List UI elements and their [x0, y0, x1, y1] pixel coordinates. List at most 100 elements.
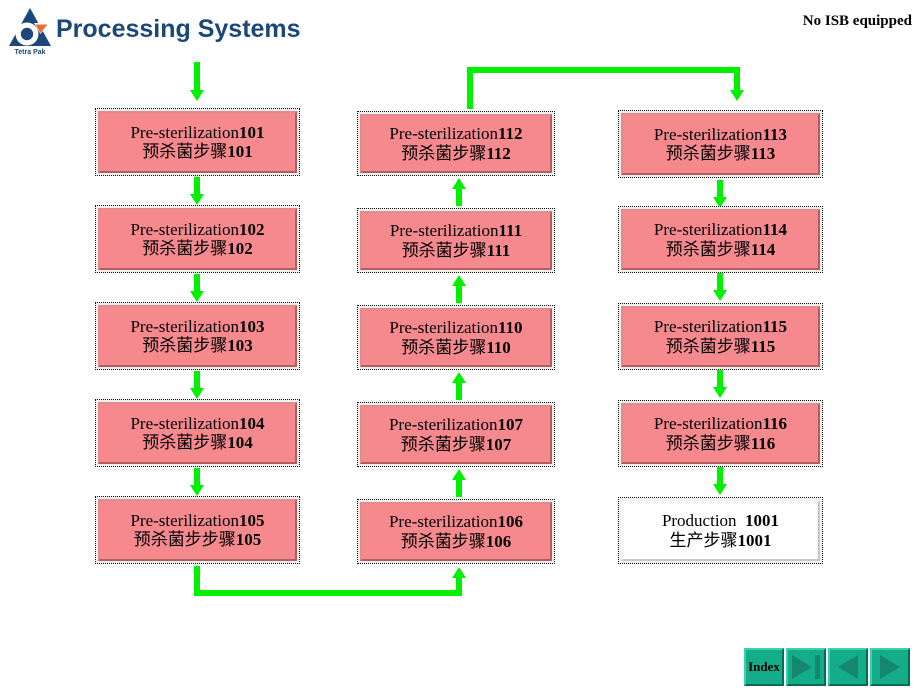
node-label-zh: 预杀菌步骤 [665, 336, 751, 356]
connector-111-112 [456, 187, 462, 206]
node-pre-sterilization-112[interactable]: Pre-sterilization112 预杀菌步骤112 [357, 111, 555, 176]
node-pre-sterilization-113[interactable]: Pre-sterilization113 预杀菌步骤113 [618, 110, 823, 178]
node-label-num-zh: 102 [227, 239, 253, 258]
arrowhead-116-production [713, 484, 727, 495]
node-label-en: Pre-sterilization [653, 414, 763, 434]
navigation-bar: Index [744, 648, 910, 686]
node-label-zh: 预杀菌步骤 [401, 143, 487, 163]
slide-canvas: Tetra Pak Processing Systems No ISB equi… [0, 0, 920, 690]
previous-slide-button[interactable] [828, 648, 868, 686]
connector-106-107 [456, 478, 462, 497]
node-pre-sterilization-105[interactable]: Pre-sterilization105 预杀菌步步骤105 [95, 496, 300, 564]
connector-107-110 [456, 381, 462, 400]
node-label-en: Pre-sterilization [130, 510, 240, 530]
svg-text:Tetra Pak: Tetra Pak [15, 49, 46, 56]
node-label-en: Pre-sterilization [653, 220, 763, 240]
node-label-num: 113 [762, 124, 788, 144]
node-label-zh: 预杀菌步骤 [142, 142, 228, 161]
header-note: No ISB equipped [802, 13, 912, 29]
node-label-zh: 预杀菌步骤 [400, 531, 486, 551]
node-pre-sterilization-115[interactable]: Pre-sterilization115 预杀菌步骤115 [618, 303, 823, 370]
node-label-zh: 预杀菌步骤 [665, 144, 751, 163]
node-label-num: 116 [762, 414, 788, 434]
node-label-num-zh: 105 [235, 530, 262, 549]
node-label-en: Pre-sterilization [388, 512, 498, 532]
node-label-num-zh: 111 [486, 240, 511, 260]
arrowhead-112-113 [730, 90, 744, 101]
node-label-num: 105 [239, 510, 265, 530]
node-label-num-zh: 103 [227, 336, 253, 355]
node-label-num: 112 [498, 124, 523, 144]
node-pre-sterilization-111[interactable]: Pre-sterilization111 预杀菌步骤111 [357, 208, 555, 273]
arrowhead-107-110 [452, 372, 466, 383]
arrowhead-104-105 [190, 485, 204, 496]
node-production-1001[interactable]: Production 1001 生产步骤1001 [618, 497, 823, 564]
node-label-zh: 预杀菌步步骤 [133, 530, 236, 549]
node-label-num: 102 [239, 219, 265, 239]
node-label-en: Pre-sterilization [389, 318, 498, 338]
connector-entry-101 [194, 62, 200, 92]
next-slide-button[interactable] [870, 648, 910, 686]
node-label-zh: 预杀菌步骤 [142, 239, 228, 258]
node-pre-sterilization-101[interactable]: Pre-sterilization101 预杀菌步骤101 [95, 108, 300, 176]
node-label-en: Pre-sterilization [653, 124, 763, 144]
node-label-zh: 预杀菌步骤 [401, 240, 487, 260]
node-label-en: Production [661, 511, 746, 531]
index-button[interactable]: Index [744, 648, 784, 686]
node-label-en: Pre-sterilization [653, 317, 763, 337]
skip-forward-icon [792, 655, 820, 679]
node-label-zh: 预杀菌步骤 [401, 337, 487, 357]
node-pre-sterilization-107[interactable]: Pre-sterilization107 预杀菌步骤107 [357, 402, 555, 467]
node-label-num-zh: 106 [485, 531, 512, 551]
connector-112-up [467, 67, 473, 109]
arrowhead-114-115 [713, 290, 727, 301]
node-label-en: Pre-sterilization [130, 219, 240, 239]
page-title: Processing Systems [56, 15, 301, 43]
node-pre-sterilization-114[interactable]: Pre-sterilization114 预杀菌步骤114 [618, 206, 823, 273]
node-label-num-zh: 1001 [737, 530, 772, 550]
node-label-num: 115 [762, 317, 788, 337]
node-pre-sterilization-106[interactable]: Pre-sterilization106 预杀菌步骤106 [357, 499, 555, 564]
node-label-en: Pre-sterilization [389, 221, 499, 241]
node-label-en: Pre-sterilization [388, 415, 498, 435]
node-label-num-zh: 114 [750, 239, 776, 259]
connector-110-111 [456, 284, 462, 303]
node-label-num-zh: 110 [486, 337, 511, 357]
arrowhead-106-107 [452, 469, 466, 480]
arrowhead-111-112 [452, 178, 466, 189]
node-pre-sterilization-104[interactable]: Pre-sterilization104 预杀菌步骤104 [95, 399, 300, 467]
node-pre-sterilization-110[interactable]: Pre-sterilization110 预杀菌步骤110 [357, 305, 555, 370]
node-label-zh: 预杀菌步骤 [665, 433, 751, 453]
node-label-num: 106 [497, 512, 524, 532]
node-label-zh: 预杀菌步骤 [400, 434, 486, 454]
node-label-zh: 预杀菌步骤 [142, 433, 228, 452]
arrowhead-102-103 [190, 291, 204, 302]
node-pre-sterilization-116[interactable]: Pre-sterilization116 预杀菌步骤116 [618, 400, 823, 467]
node-label-zh: 预杀菌步骤 [142, 336, 228, 355]
node-label-num: 107 [497, 415, 524, 435]
node-label-num: 114 [762, 220, 788, 240]
node-label-num: 104 [239, 413, 265, 433]
connector-112-113-horizontal [467, 67, 740, 73]
node-label-num-zh: 116 [750, 433, 776, 453]
node-pre-sterilization-102[interactable]: Pre-sterilization102 预杀菌步骤102 [95, 205, 300, 273]
node-label-num: 110 [498, 318, 523, 338]
node-label-num-zh: 101 [227, 142, 253, 161]
node-label-num: 1001 [745, 511, 780, 531]
node-label-en: Pre-sterilization [130, 413, 240, 433]
node-label-num: 111 [498, 221, 523, 241]
node-label-num-zh: 112 [486, 143, 511, 163]
node-label-en: Pre-sterilization [130, 316, 240, 336]
connector-113-down [734, 67, 740, 92]
arrowhead-101-102 [190, 194, 204, 205]
last-slide-button[interactable] [786, 648, 826, 686]
arrowhead-103-104 [190, 388, 204, 399]
node-label-en: Pre-sterilization [389, 124, 498, 144]
node-pre-sterilization-103[interactable]: Pre-sterilization103 预杀菌步骤103 [95, 302, 300, 370]
tetra-pak-logo-icon: Tetra Pak [4, 4, 56, 56]
node-label-num-zh: 107 [485, 434, 512, 454]
node-label-zh: 预杀菌步骤 [665, 239, 751, 259]
arrowhead-115-116 [713, 387, 727, 398]
connector-106-up [456, 578, 462, 596]
arrowhead-105-106 [452, 567, 466, 578]
